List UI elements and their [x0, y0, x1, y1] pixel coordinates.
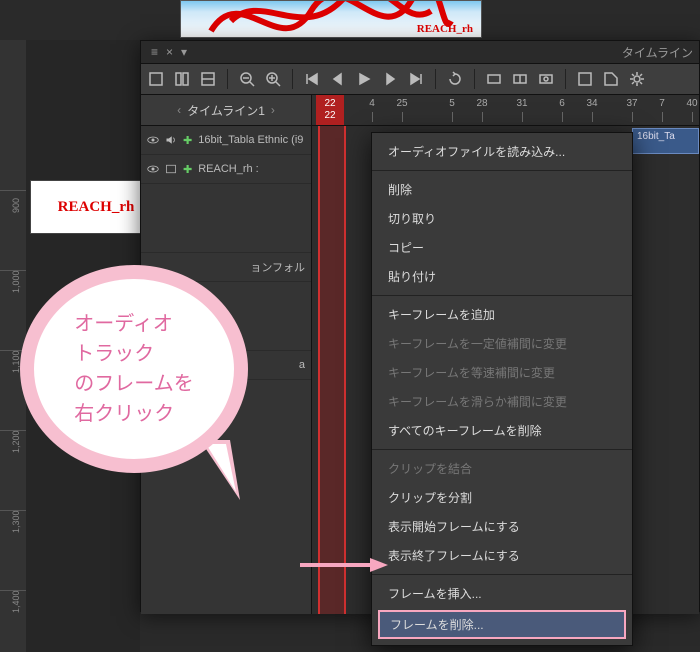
timeline-selector[interactable]: ‹ タイムライン1 › — [141, 95, 312, 125]
ctx-frame-delete[interactable]: フレームを削除... — [378, 610, 626, 639]
layer-track-row[interactable]: ✚ REACH_rh : — [141, 155, 311, 184]
audio-track-row[interactable]: ✚ 16bit_Tabla Ethnic (i9 — [141, 126, 311, 155]
ctx-copy[interactable]: コピー — [372, 233, 632, 262]
folder-track-label: ョンフォル — [250, 259, 305, 275]
playhead-frame-bottom: 22 — [324, 110, 335, 122]
playhead-indicator[interactable]: 22 22 — [316, 95, 344, 125]
ctx-clip-split[interactable]: クリップを分割 — [372, 483, 632, 512]
ctx-paste[interactable]: 貼り付け — [372, 262, 632, 291]
vruler-tick: 1,300 — [11, 510, 21, 533]
frame-tick: 31 — [510, 98, 534, 109]
ctx-kf-smooth: キーフレームを滑らか補間に変更 — [372, 387, 632, 416]
frame-tick: 6 — [550, 98, 574, 109]
zoom-in-icon[interactable] — [264, 70, 282, 88]
frame-tick: 25 — [390, 98, 414, 109]
panel-title: タイムライン — [622, 44, 693, 61]
ctx-disp-end[interactable]: 表示終了フレームにする — [372, 541, 632, 570]
chevron-left-icon[interactable]: ‹ — [177, 103, 181, 117]
prev-frame-icon[interactable] — [329, 70, 347, 88]
tool-icon[interactable] — [173, 70, 191, 88]
ctx-frame-insert[interactable]: フレームを挿入... — [372, 579, 632, 608]
next-frame-icon[interactable] — [381, 70, 399, 88]
gear-icon[interactable] — [628, 70, 646, 88]
frame-tick: 40 — [680, 98, 699, 109]
frame-tick: 4 — [360, 98, 384, 109]
artwork-label: REACH_rh — [417, 23, 473, 35]
loop-icon[interactable] — [446, 70, 464, 88]
track-spacer — [141, 184, 311, 253]
go-end-icon[interactable] — [407, 70, 425, 88]
visibility-icon[interactable] — [147, 134, 159, 146]
speaker-icon[interactable] — [165, 134, 177, 146]
vruler-tick: 900 — [11, 198, 21, 213]
annotation-text: オーディオ トラック のフレームを 右クリック — [74, 309, 193, 429]
annotation-arrow — [300, 555, 390, 575]
go-start-icon[interactable] — [303, 70, 321, 88]
tool-icon[interactable] — [147, 70, 165, 88]
vruler-tick: 1,400 — [11, 590, 21, 613]
tool-icon[interactable] — [485, 70, 503, 88]
canvas-artwork-top: REACH_rh — [180, 0, 482, 38]
playhead-frame-top: 22 — [324, 98, 335, 110]
frame-tick: 5 — [440, 98, 464, 109]
ctx-kf-const: キーフレームを一定値補間に変更 — [372, 329, 632, 358]
ctx-kf-even: キーフレームを等速補間に変更 — [372, 358, 632, 387]
chevron-right-icon[interactable]: › — [271, 103, 275, 117]
ctx-clip-join: クリップを結合 — [372, 454, 632, 483]
close-icon[interactable]: × — [166, 45, 173, 59]
annotation-bubble-tail — [200, 440, 320, 530]
vruler-tick: 1,200 — [11, 430, 21, 453]
tag-icon[interactable] — [602, 70, 620, 88]
frame-tick: 7 — [650, 98, 674, 109]
audio-track-label: 16bit_Tabla Ethnic (i9 — [198, 134, 303, 146]
tool-icon[interactable] — [537, 70, 555, 88]
vruler-tick: 1,000 — [11, 270, 21, 293]
panel-header: ≡ × ▾ タイムライン — [141, 41, 699, 64]
frame-tick: 37 — [620, 98, 644, 109]
ctx-cut[interactable]: 切り取り — [372, 204, 632, 233]
ctx-load-audio[interactable]: オーディオファイルを読み込み... — [372, 137, 632, 166]
audio-clip-label: 16bit_Ta — [637, 131, 675, 142]
playhead-line[interactable] — [318, 126, 346, 614]
extra-track-label: a — [299, 359, 305, 371]
layer-icon — [165, 163, 177, 175]
frame-tick: 28 — [470, 98, 494, 109]
thumb-label: REACH_rh — [58, 199, 135, 216]
timeline-toolbar — [141, 64, 699, 95]
audio-clip[interactable]: 16bit_Ta — [632, 128, 699, 154]
frame-ruler[interactable]: 22 22 4 25 5 28 31 6 34 37 7 40 43 — [312, 95, 699, 125]
chevron-down-icon[interactable]: ▾ — [181, 45, 187, 59]
timeline-name: タイムライン1 — [187, 102, 265, 119]
ctx-disp-start[interactable]: 表示開始フレームにする — [372, 512, 632, 541]
zoom-out-icon[interactable] — [238, 70, 256, 88]
tool-icon[interactable] — [576, 70, 594, 88]
annotation-bubble: オーディオ トラック のフレームを 右クリック — [20, 265, 248, 473]
frame-tick: 34 — [580, 98, 604, 109]
context-menu: オーディオファイルを読み込み... 削除 切り取り コピー 貼り付け キーフレー… — [371, 132, 633, 646]
menu-icon[interactable]: ≡ — [151, 45, 158, 59]
tool-icon[interactable] — [199, 70, 217, 88]
layer-track-label: REACH_rh : — [198, 163, 259, 175]
ctx-kf-delete-all[interactable]: すべてのキーフレームを削除 — [372, 416, 632, 445]
ctx-delete[interactable]: 削除 — [372, 175, 632, 204]
visibility-icon[interactable] — [147, 163, 159, 175]
tool-icon[interactable] — [511, 70, 529, 88]
play-icon[interactable] — [355, 70, 373, 88]
ctx-add-keyframe[interactable]: キーフレームを追加 — [372, 300, 632, 329]
